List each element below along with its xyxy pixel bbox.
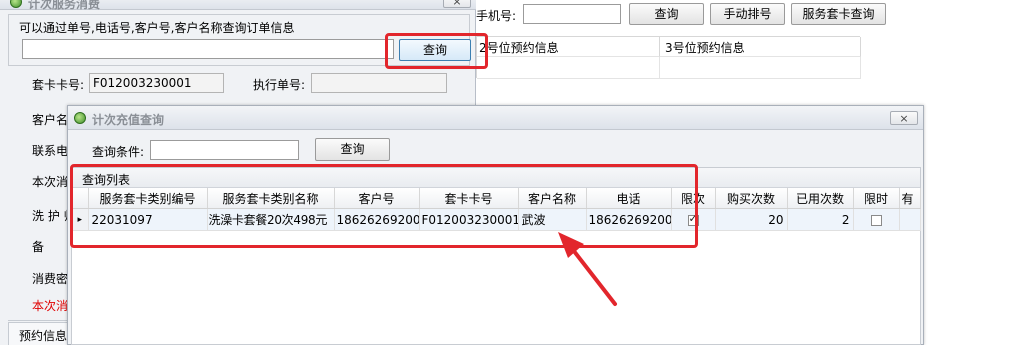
consume-window-title: 计次服务消费 [28,0,101,11]
cell-bought: 20 [715,208,788,231]
cell-limit-count[interactable] [671,208,716,231]
consume-close-button[interactable]: × [443,0,471,8]
contact-phone-label: 联系电 [32,144,69,158]
row-marker: ▸ [72,208,89,231]
slot2-header: 2号位预约信息 [477,37,660,57]
cell-card-no: F012003230001 [419,208,519,231]
slot3-header: 3号位预约信息 [660,37,861,57]
col-bought[interactable]: 购买次数 [715,188,788,209]
limit-count-checkbox[interactable] [687,212,699,226]
condition-label: 查询条件: [92,145,145,159]
col-type-code[interactable]: 服务套卡类别编号 [88,188,208,209]
row-marker-header [72,188,89,209]
time-limited-checkbox[interactable] [870,214,882,226]
col-type-name[interactable]: 服务套卡类别名称 [207,188,335,209]
slot2-cell [477,57,660,79]
cell-type-code: 22031097 [88,208,208,231]
customer-name-label: 客户名 [32,113,69,127]
col-card-no[interactable]: 套卡卡号 [419,188,519,209]
card-no-label: 套卡卡号: [32,78,85,92]
cell-type-name: 洗澡卡套餐20次498元 [207,208,335,231]
exec-no-field[interactable] [311,73,447,93]
card-no-field[interactable]: F012003230001 [89,73,224,93]
col-limit-count[interactable]: 限次 [671,188,716,209]
cell-time-limited[interactable] [853,208,900,231]
slot2-header-text: 2号位预约信息 [479,41,559,55]
recharge-window: 计次充值查询 × 查询条件: 查询 查询列表 服务套卡类别编号 服务套卡类别名称… [67,105,924,345]
this-consume-label: 本次消 [32,175,69,189]
list-title: 查询列表 [82,173,131,187]
app-icon [74,112,86,124]
annotation-arrow [558,232,617,306]
col-customer-name[interactable]: 客户名称 [518,188,587,209]
this-consume-red-label: 本次消 [32,299,69,313]
recharge-window-titlebar: 计次充值查询 × [68,106,923,130]
list-panel: 查询列表 服务套卡类别编号 服务套卡类别名称 客户号 套卡卡号 客户名称 电话 … [71,167,921,345]
reservation-tab[interactable]: 预约信息 [8,322,74,345]
condition-input[interactable] [150,140,299,160]
phone-input[interactable] [523,4,621,24]
annotation-arrow-head [558,232,584,258]
list-title-bar: 查询列表 [72,168,920,188]
table-header-row: 服务套卡类别编号 服务套卡类别名称 客户号 套卡卡号 客户名称 电话 限次 购买… [72,188,921,209]
col-customer-no[interactable]: 客户号 [334,188,420,209]
consume-window-titlebar: 计次服务消费 × [0,0,476,11]
cell-extra [899,208,921,231]
slot3-cell [660,57,861,79]
consume-search-input[interactable] [22,39,394,59]
cell-used: 2 [787,208,854,231]
annotation-arrow-shaft [568,244,617,306]
manual-queue-button[interactable]: 手动排号 [710,3,785,25]
consume-search-button[interactable]: 查询 [399,39,471,61]
col-phone[interactable]: 电话 [586,188,672,209]
phone-label: 手机号: [476,9,517,23]
reservation-grid: 2号位预约信息 3号位预约信息 [476,36,861,79]
exec-no-label: 执行单号: [253,78,306,92]
service-card-query-button[interactable]: 服务套卡查询 [791,3,886,25]
consume-search-panel: 可以通过单号,电话号,客户号,客户名称查询订单信息 查询 [8,14,471,66]
cell-customer-no: 18626269200 [334,208,420,231]
recharge-close-button[interactable]: × [890,111,918,125]
phone-search-button[interactable]: 查询 [629,3,704,25]
reservation-tab-label: 预约信息 [19,329,68,343]
recharge-search-button[interactable]: 查询 [315,138,390,161]
recharge-window-title: 计次充值查询 [92,113,165,127]
consume-password-label: 消费密 [32,272,69,286]
col-used[interactable]: 已用次数 [787,188,854,209]
col-extra[interactable]: 有 [899,188,921,209]
app-icon [10,0,22,8]
table-row[interactable]: ▸ 22031097 洗澡卡套餐20次498元 18626269200 F012… [72,208,921,231]
results-table: 服务套卡类别编号 服务套卡类别名称 客户号 套卡卡号 客户名称 电话 限次 购买… [72,188,921,231]
consume-hint: 可以通过单号,电话号,客户号,客户名称查询订单信息 [19,21,295,35]
remark-label: 备 [32,240,45,254]
col-time-limited[interactable]: 限时 [853,188,900,209]
slot3-header-text: 3号位预约信息 [665,41,745,55]
